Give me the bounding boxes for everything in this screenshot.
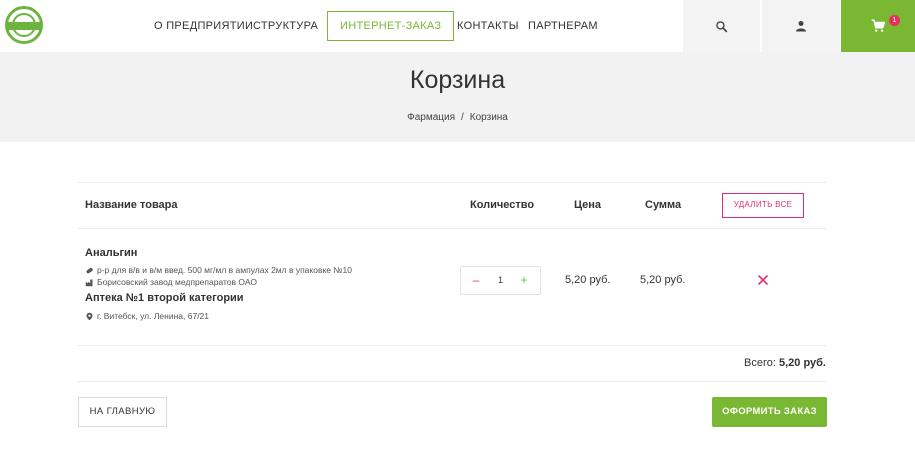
- account-button[interactable]: [762, 0, 840, 52]
- column-header-quantity: Количество: [470, 199, 535, 211]
- nav-partners[interactable]: ПАРТНЕРАМ: [528, 0, 598, 52]
- home-button[interactable]: НА ГЛАВНУЮ: [78, 397, 167, 427]
- logo-band: [7, 22, 41, 30]
- total-label: Всего:: [744, 357, 776, 369]
- product-name[interactable]: Анальгин: [85, 247, 137, 259]
- product-form: р-р для в/в и в/м введ. 500 мг/мл в ампу…: [85, 265, 352, 275]
- site-header: О ПРЕДПРИЯТИИ СТРУКТУРА ИНТЕРНЕТ-ЗАКАЗ К…: [0, 0, 915, 52]
- product-manufacturer: Борисовский завод медпрепаратов ОАО: [85, 277, 257, 287]
- quantity-stepper: – 1 +: [460, 266, 541, 295]
- row-sum: 5,20 руб.: [640, 274, 686, 286]
- nav-structure[interactable]: СТРУКТУРА: [253, 0, 318, 52]
- breadcrumb-current: Корзина: [469, 112, 508, 123]
- pharmacy-address-text: г. Витебск, ул. Ленина, 67/21: [97, 311, 210, 321]
- footer-divider: [78, 381, 827, 382]
- cart-count-badge: 1: [889, 15, 900, 26]
- header-divider: [78, 228, 827, 229]
- factory-icon: [85, 279, 93, 286]
- cart-button[interactable]: 1: [841, 0, 915, 52]
- delete-all-button[interactable]: УДАЛИТЬ ВСЕ: [722, 193, 804, 218]
- nav-about[interactable]: О ПРЕДПРИЯТИИ: [154, 0, 253, 52]
- breadcrumb-home[interactable]: Фармация: [407, 112, 455, 123]
- remove-item-button[interactable]: [757, 273, 769, 285]
- row-divider: [78, 345, 827, 346]
- search-icon: [716, 20, 728, 32]
- nav-contacts[interactable]: КОНТАКТЫ: [457, 0, 519, 52]
- total-value: 5,20 руб.: [778, 357, 826, 369]
- page-hero: Корзина Фармация / Корзина: [0, 52, 915, 142]
- checkout-button[interactable]: ОФОРМИТЬ ЗАКАЗ: [712, 397, 827, 427]
- page-title: Корзина: [409, 66, 506, 94]
- search-button[interactable]: [683, 0, 760, 52]
- cart-icon: [871, 19, 885, 32]
- row-price: 5,20 руб.: [565, 274, 611, 286]
- column-header-name: Название товара: [85, 199, 178, 211]
- column-header-sum: Сумма: [645, 199, 682, 211]
- cart-total: Всего: 5,20 руб.: [700, 357, 826, 369]
- pharmacy-name: Аптека №1 второй категории: [85, 292, 244, 304]
- user-icon: [796, 21, 806, 32]
- column-header-price: Цена: [574, 199, 602, 211]
- pharmacy-address: г. Витебск, ул. Ленина, 67/21: [85, 311, 209, 321]
- breadcrumb-separator: /: [461, 112, 464, 123]
- pill-icon: [86, 267, 93, 273]
- close-icon: [758, 275, 768, 285]
- nav-internet-order[interactable]: ИНТЕРНЕТ-ЗАКАЗ: [327, 11, 455, 41]
- breadcrumb: Фармация / Корзина: [0, 112, 915, 123]
- product-form-text: р-р для в/в и в/м введ. 500 мг/мл в ампу…: [97, 265, 352, 275]
- quantity-increase-button[interactable]: +: [512, 267, 536, 294]
- product-manufacturer-text: Борисовский завод медпрепаратов ОАО: [97, 277, 257, 287]
- logo[interactable]: [5, 6, 43, 44]
- location-pin-icon: [86, 312, 93, 320]
- table-top-divider: [78, 182, 827, 183]
